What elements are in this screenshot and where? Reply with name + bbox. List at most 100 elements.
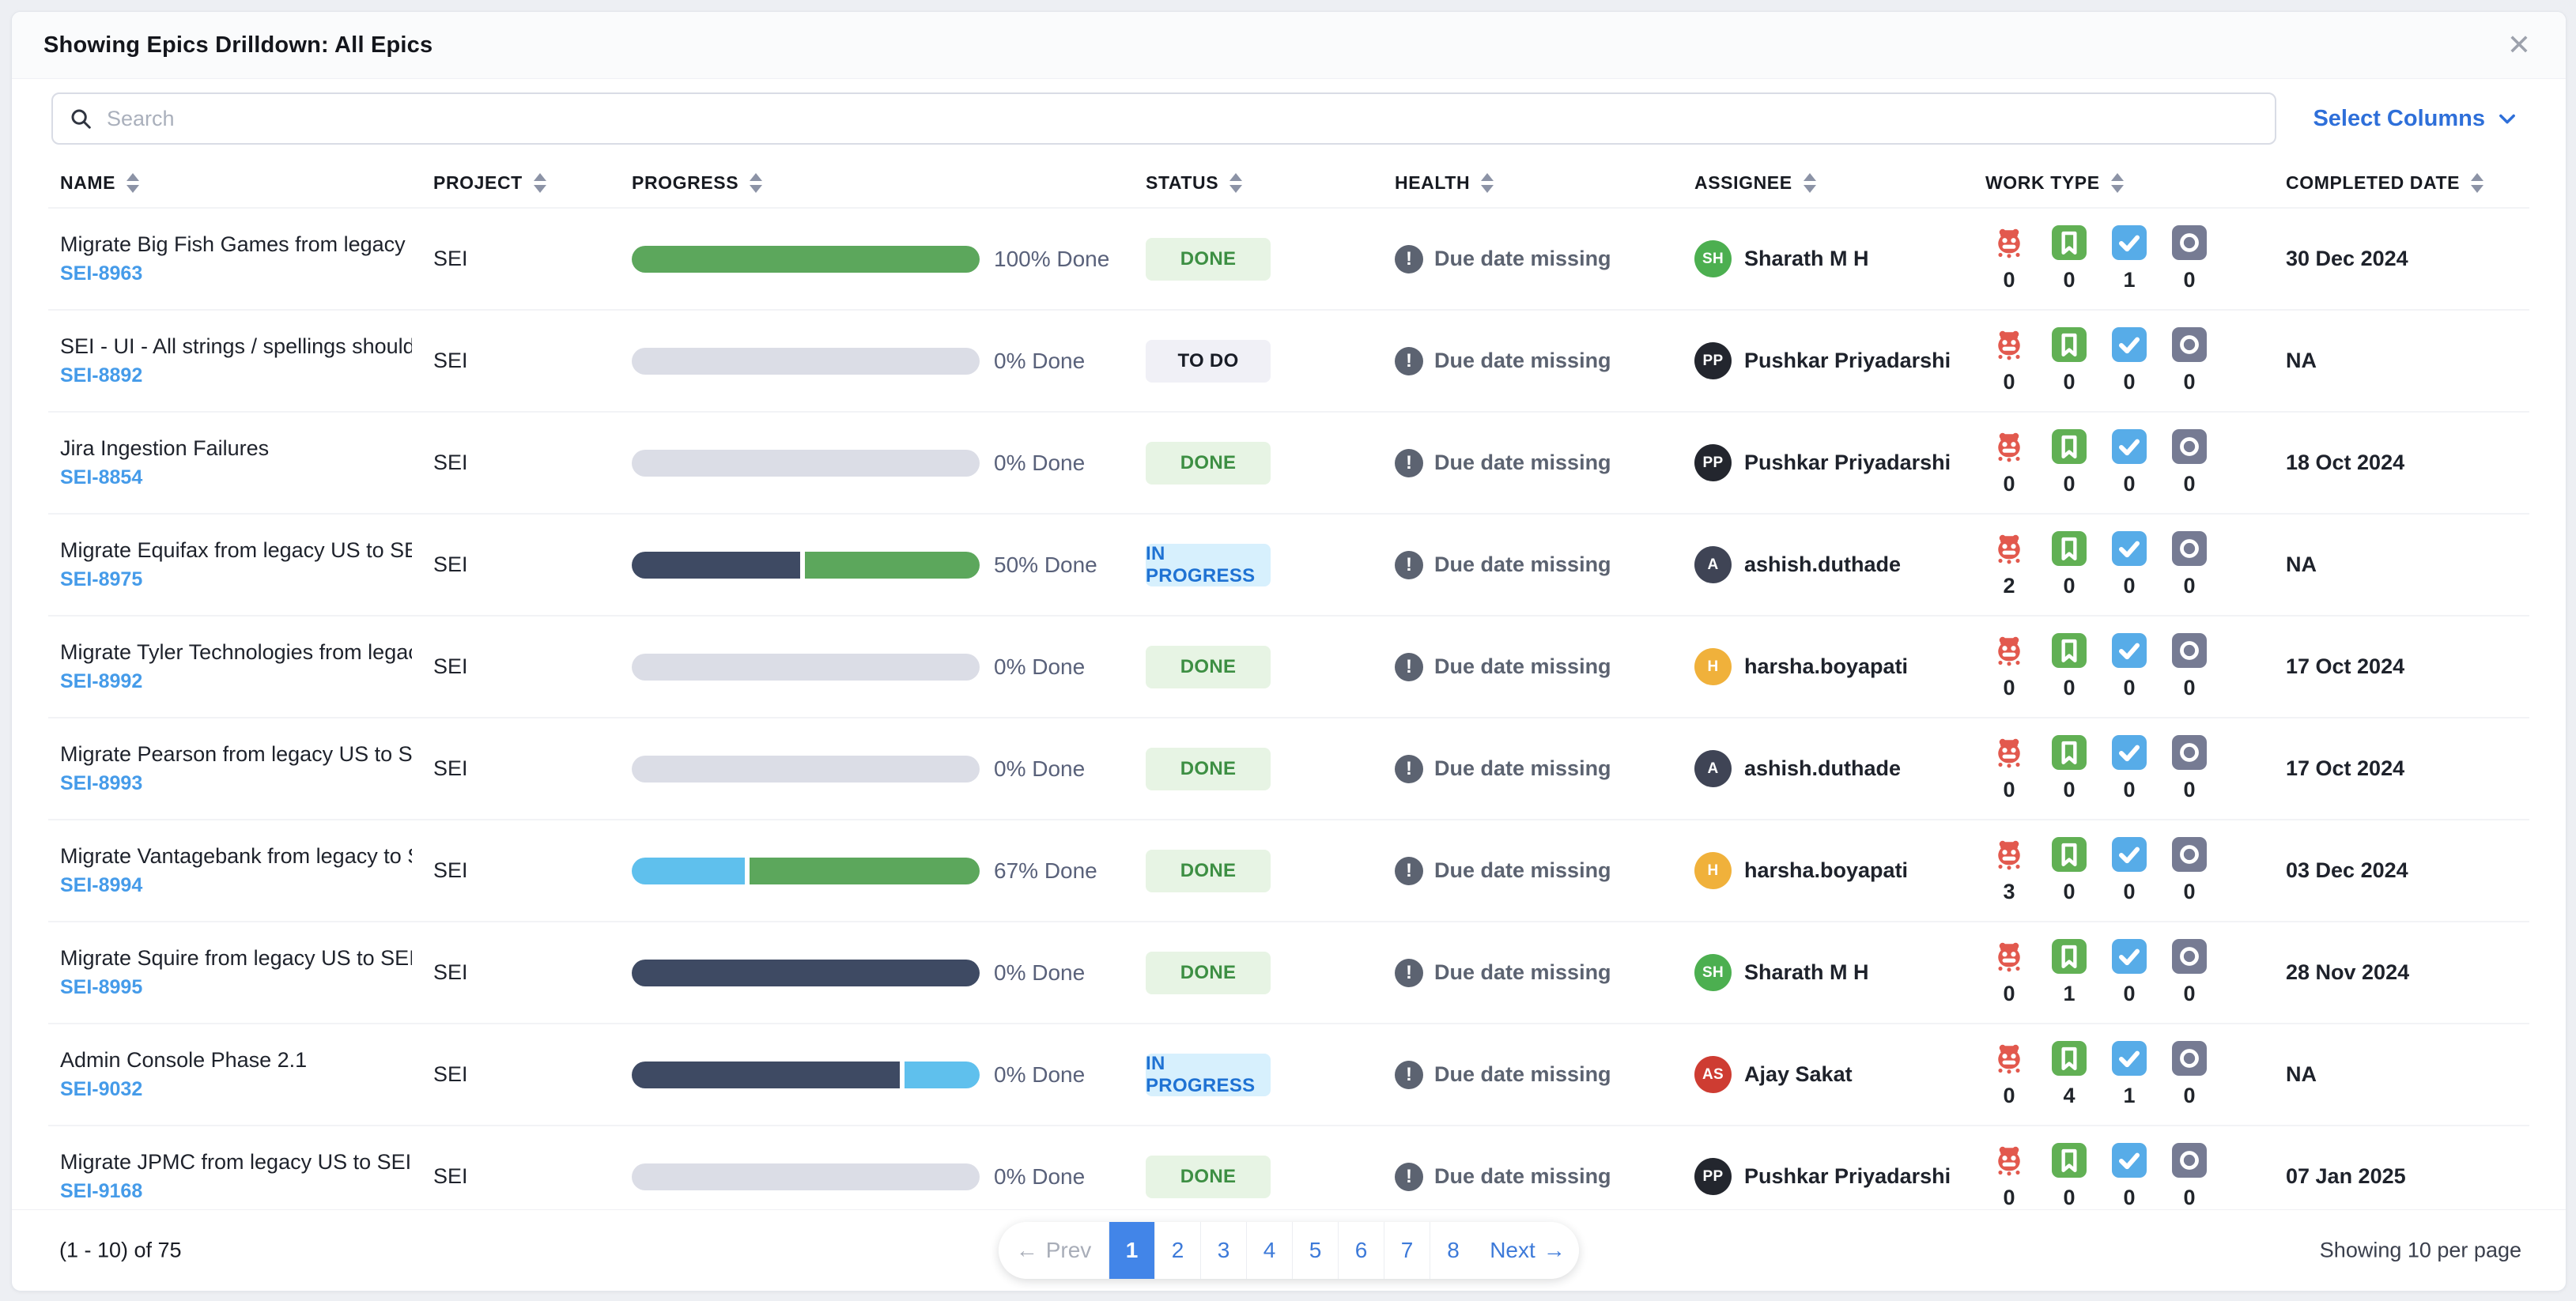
page-button-3[interactable]: 3 <box>1201 1222 1247 1279</box>
range-label: (1 - 10) of 75 <box>59 1238 182 1262</box>
alert-icon: ! <box>1395 244 1423 273</box>
project-cell: SEI <box>433 1164 468 1188</box>
work-type-bug: 0 <box>1985 1143 2033 1209</box>
column-header-assignee[interactable]: ASSIGNEE <box>1683 172 1974 194</box>
epic-id-link[interactable]: SEI-8963 <box>60 262 142 285</box>
status-badge: IN PROGRESS <box>1146 543 1271 586</box>
progress-bar <box>632 1061 980 1088</box>
pagination: ← Prev 12345678 Next → <box>999 1222 1579 1279</box>
assignee-name: ashish.duthade <box>1744 552 1902 576</box>
assignee-cell: A ashish.duthade <box>1683 750 1974 787</box>
work-type-epic: 0 <box>2166 939 2213 1006</box>
work-type-bug: 0 <box>1985 735 2033 802</box>
epic-id-link[interactable]: SEI-8993 <box>60 772 142 795</box>
work-type-epic: 0 <box>2166 837 2213 904</box>
column-header-work-type[interactable]: WORK TYPE <box>1974 172 2274 194</box>
sort-icon <box>1803 172 1816 193</box>
epic-name: Migrate Pearson from legacy US to SEI on… <box>60 742 412 766</box>
epic-icon <box>2172 327 2207 362</box>
alert-icon: ! <box>1395 856 1423 885</box>
work-type-story: 0 <box>2045 735 2093 802</box>
health-cell: ! Due date missing <box>1383 346 1683 375</box>
prev-button[interactable]: ← Prev <box>999 1222 1109 1279</box>
work-type-cell: 2 0 0 0 <box>1974 531 2274 598</box>
avatar: PP <box>1694 342 1732 379</box>
column-header-health[interactable]: HEALTH <box>1383 172 1683 194</box>
page-button-8[interactable]: 8 <box>1430 1222 1476 1279</box>
column-header-name[interactable]: NAME <box>48 172 421 194</box>
status-badge: DONE <box>1146 441 1271 485</box>
select-columns-button[interactable]: Select Columns <box>2308 105 2523 133</box>
bug-count: 0 <box>2003 472 2015 496</box>
page-button-5[interactable]: 5 <box>1293 1222 1339 1279</box>
progress-label: 100% Done <box>994 246 1110 271</box>
work-type-task: 0 <box>2106 531 2153 598</box>
alert-icon: ! <box>1395 754 1423 783</box>
progress-cell: 0% Done <box>620 449 1134 477</box>
close-icon[interactable]: ✕ <box>2499 28 2539 62</box>
column-header-completed-date[interactable]: COMPLETED DATE <box>2274 172 2529 194</box>
epic-id-link[interactable]: SEI-8995 <box>60 976 142 999</box>
work-type-story: 0 <box>2045 531 2093 598</box>
work-type-cell: 0 1 0 0 <box>1974 939 2274 1006</box>
story-icon <box>2052 633 2087 668</box>
search-input[interactable] <box>105 105 2260 132</box>
status-badge: DONE <box>1146 951 1271 994</box>
story-icon <box>2052 1041 2087 1076</box>
page-button-1[interactable]: 1 <box>1109 1222 1155 1279</box>
assignee-name: Pushkar Priyadarshi <box>1744 349 1951 372</box>
progress-bar <box>632 551 980 579</box>
epic-id-link[interactable]: SEI-8892 <box>60 364 142 387</box>
table-row: Migrate Squire from legacy US to SEI on … <box>48 921 2529 1023</box>
status-cell: DONE <box>1134 441 1383 485</box>
assignee-name: Sharath M H <box>1744 960 1869 984</box>
task-icon <box>2112 735 2147 770</box>
progress-bar <box>632 959 980 986</box>
page-button-6[interactable]: 6 <box>1339 1222 1384 1279</box>
epic-id-link[interactable]: SEI-8975 <box>60 568 142 591</box>
work-type-bug: 0 <box>1985 633 2033 700</box>
page-button-7[interactable]: 7 <box>1384 1222 1430 1279</box>
epic-id-link[interactable]: SEI-9032 <box>60 1078 142 1101</box>
completed-date: 28 Nov 2024 <box>2286 960 2410 984</box>
task-icon <box>2112 327 2147 362</box>
progress-bar <box>632 347 980 375</box>
project-cell: SEI <box>433 247 468 270</box>
task-count: 0 <box>2123 982 2136 1005</box>
sort-icon <box>750 172 763 193</box>
health-label: Due date missing <box>1434 1164 1611 1188</box>
status-badge: DONE <box>1146 645 1271 688</box>
bug-icon <box>1992 531 2026 566</box>
health-label: Due date missing <box>1434 756 1611 780</box>
work-type-story: 0 <box>2045 1143 2093 1209</box>
name-cell: Migrate Big Fish Games from legacy US to… <box>48 232 421 285</box>
progress-bar <box>632 1163 980 1190</box>
epic-count: 0 <box>2183 676 2196 700</box>
assignee-name: Pushkar Priyadarshi <box>1744 1164 1951 1188</box>
bug-count: 0 <box>2003 982 2015 1005</box>
epic-id-link[interactable]: SEI-9168 <box>60 1180 142 1203</box>
epic-id-link[interactable]: SEI-8854 <box>60 466 142 489</box>
page-button-2[interactable]: 2 <box>1155 1222 1201 1279</box>
column-header-project[interactable]: PROJECT <box>421 172 620 194</box>
table-row: Migrate Tyler Technologies from legacy U… <box>48 615 2529 717</box>
name-cell: Admin Console Phase 2.1 SEI-9032 <box>48 1048 421 1101</box>
work-type-bug: 0 <box>1985 225 2033 292</box>
epic-id-link[interactable]: SEI-8994 <box>60 874 142 897</box>
page-button-4[interactable]: 4 <box>1247 1222 1293 1279</box>
story-icon <box>2052 1143 2087 1178</box>
assignee-cell: A ashish.duthade <box>1683 546 1974 583</box>
epic-name: Migrate Squire from legacy US to SEI on … <box>60 946 412 970</box>
progress-cell: 0% Done <box>620 1061 1134 1088</box>
next-button[interactable]: Next → <box>1476 1222 1579 1279</box>
epic-id-link[interactable]: SEI-8992 <box>60 670 142 693</box>
bug-count: 0 <box>2003 370 2015 394</box>
story-count: 0 <box>2063 676 2076 700</box>
assignee-name: Pushkar Priyadarshi <box>1744 451 1951 474</box>
sort-icon <box>1229 172 1243 193</box>
column-header-progress[interactable]: PROGRESS <box>620 172 1134 194</box>
epic-icon <box>2172 531 2207 566</box>
column-header-status[interactable]: STATUS <box>1134 172 1383 194</box>
epic-icon <box>2172 837 2207 872</box>
alert-icon: ! <box>1395 1162 1423 1191</box>
